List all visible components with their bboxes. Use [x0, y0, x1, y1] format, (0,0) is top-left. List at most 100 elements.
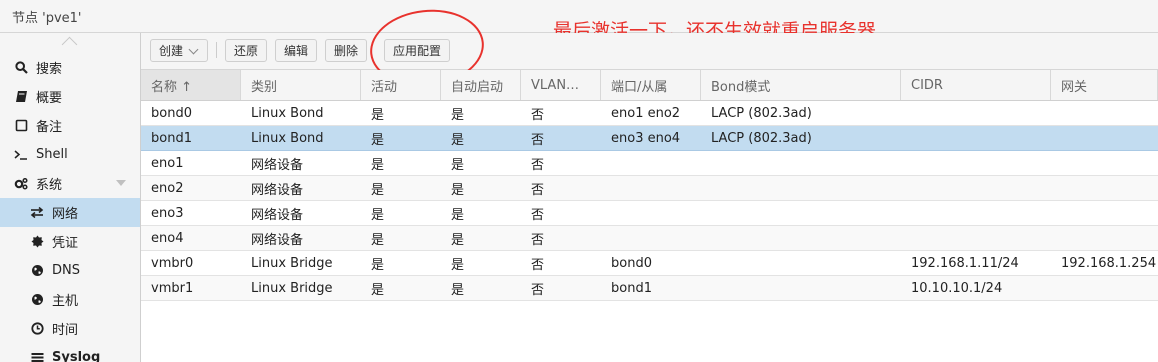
cell-autostart: 是: [451, 232, 465, 248]
sidebar-item-network[interactable]: 网络: [0, 198, 140, 227]
remove-button[interactable]: 删除: [325, 39, 367, 62]
cell-type: Linux Bond: [251, 130, 324, 146]
cell-bond-mode: [701, 151, 901, 175]
cell-cidr: 10.10.10.1/24: [911, 280, 1003, 296]
column-header-autostart[interactable]: 自动启动: [441, 70, 521, 100]
column-header-cidr[interactable]: CIDR: [901, 70, 1051, 100]
sidebar-item-summary[interactable]: 概要: [0, 82, 140, 111]
create-button[interactable]: 创建: [150, 39, 208, 62]
cell-cidr: [901, 126, 1051, 150]
cell-ports: bond1: [611, 280, 652, 296]
cell-bond-mode: LACP (802.3ad): [711, 130, 812, 146]
toolbar-separator: [216, 42, 217, 58]
cell-type: 网络设备: [251, 157, 304, 173]
revert-button[interactable]: 还原: [225, 39, 267, 62]
cell-autostart: 是: [451, 282, 465, 298]
cell-type: Linux Bond: [251, 105, 324, 121]
sidebar-item-hosts[interactable]: 主机: [0, 285, 140, 314]
column-header-bond-mode[interactable]: Bond模式: [701, 70, 901, 100]
note-icon: [14, 119, 28, 133]
sidebar-item-certificates[interactable]: 凭证: [0, 227, 140, 256]
cell-vlan: 否: [531, 257, 545, 273]
sidebar-item-dns[interactable]: DNS: [0, 256, 140, 285]
cell-autostart: 是: [451, 257, 465, 273]
column-header-name[interactable]: 名称 ↑: [141, 70, 241, 100]
cell-active: 是: [371, 232, 385, 248]
cell-cidr: [901, 201, 1051, 225]
chevron-down-icon[interactable]: [116, 180, 126, 186]
table-row[interactable]: bond0 Linux Bond 是 是 否 eno1 eno2 LACP (802.3ad…: [141, 101, 1158, 126]
table-row[interactable]: vmbr0 Linux Bridge 是 是 否 bond0 192.168.1.11/24…: [141, 251, 1158, 276]
sidebar-item-notes[interactable]: 备注: [0, 111, 140, 140]
cell-bond-mode: LACP (802.3ad): [711, 105, 812, 121]
cell-name: bond1: [151, 130, 192, 146]
clock-icon: [30, 322, 44, 336]
window-title: 节点 'pve1': [12, 11, 82, 26]
sidebar-item-label: DNS: [52, 263, 80, 278]
cell-gateway: [1051, 276, 1158, 300]
column-header-ports[interactable]: 端口/从属: [601, 70, 701, 100]
column-header-gateway[interactable]: 网关: [1051, 70, 1158, 100]
sidebar-item-syslog[interactable]: Syslog: [0, 343, 140, 362]
cell-type: Linux Bridge: [251, 255, 333, 271]
table-row[interactable]: eno3 网络设备 是 是 否: [141, 201, 1158, 226]
cell-gateway: [1051, 176, 1158, 200]
cell-name: vmbr1: [151, 280, 194, 296]
certificate-icon: [30, 235, 44, 249]
book-icon: [14, 90, 28, 104]
sidebar-item-label: 备注: [36, 120, 63, 135]
cell-gateway: [1051, 201, 1158, 225]
sidebar-item-search[interactable]: 搜索: [0, 53, 140, 82]
sidebar-item-time[interactable]: 时间: [0, 314, 140, 343]
cell-vlan: 否: [531, 282, 545, 298]
cell-gateway: [1051, 101, 1158, 125]
cell-gateway: 192.168.1.254: [1061, 255, 1157, 271]
apply-configuration-button[interactable]: 应用配置: [384, 39, 450, 62]
cell-gateway: [1051, 126, 1158, 150]
sidebar-item-label: 搜索: [36, 62, 63, 77]
cell-active: 是: [371, 182, 385, 198]
cell-name: eno3: [151, 205, 184, 221]
table-row[interactable]: eno1 网络设备 是 是 否: [141, 151, 1158, 176]
cell-gateway: [1051, 151, 1158, 175]
globe-icon: [30, 293, 44, 307]
chevron-down-icon: [188, 44, 199, 54]
remove-label: 删除: [334, 44, 359, 58]
sidebar-item-label: 时间: [52, 323, 79, 338]
column-header-type[interactable]: 类别: [241, 70, 361, 100]
cell-name: bond0: [151, 105, 192, 121]
cell-active: 是: [371, 282, 385, 298]
table-header: 名称 ↑ 类别 活动 自动启动 VLAN… 端口/从属 Bond模式 CIDR 网关: [141, 70, 1158, 101]
cell-type: 网络设备: [251, 232, 304, 248]
cell-name: eno4: [151, 230, 184, 246]
cell-vlan: 否: [531, 207, 545, 223]
sidebar-item-label: 网络: [52, 207, 79, 222]
cell-ports: eno1 eno2: [611, 105, 681, 121]
sidebar-item-system[interactable]: 系统: [0, 169, 140, 198]
cell-bond-mode: [701, 276, 901, 300]
gears-icon: [14, 177, 28, 191]
edit-button[interactable]: 编辑: [275, 39, 317, 62]
search-icon: [14, 61, 28, 75]
cell-autostart: 是: [451, 207, 465, 223]
cell-cidr: [901, 226, 1051, 250]
table-row[interactable]: vmbr1 Linux Bridge 是 是 否 bond1 10.10.10.1/24: [141, 276, 1158, 301]
cell-active: 是: [371, 132, 385, 148]
column-header-vlan[interactable]: VLAN…: [521, 70, 601, 100]
cell-type: Linux Bridge: [251, 280, 333, 296]
column-header-active[interactable]: 活动: [361, 70, 441, 100]
cell-vlan: 否: [531, 107, 545, 123]
cell-bond-mode: [701, 251, 901, 275]
sidebar-item-label: 概要: [36, 91, 63, 106]
cell-bond-mode: [701, 226, 901, 250]
cell-bond-mode: [701, 201, 901, 225]
table-row[interactable]: eno4 网络设备 是 是 否: [141, 226, 1158, 251]
cell-cidr: [901, 151, 1051, 175]
sidebar-item-shell[interactable]: Shell: [0, 140, 140, 169]
table-row[interactable]: eno2 网络设备 是 是 否: [141, 176, 1158, 201]
cell-active: 是: [371, 157, 385, 173]
revert-label: 还原: [234, 44, 259, 58]
cell-name: vmbr0: [151, 255, 194, 271]
collapse-up-icon[interactable]: [61, 36, 78, 53]
table-row[interactable]: bond1 Linux Bond 是 是 否 eno3 eno4 LACP (802.3ad…: [141, 126, 1158, 151]
